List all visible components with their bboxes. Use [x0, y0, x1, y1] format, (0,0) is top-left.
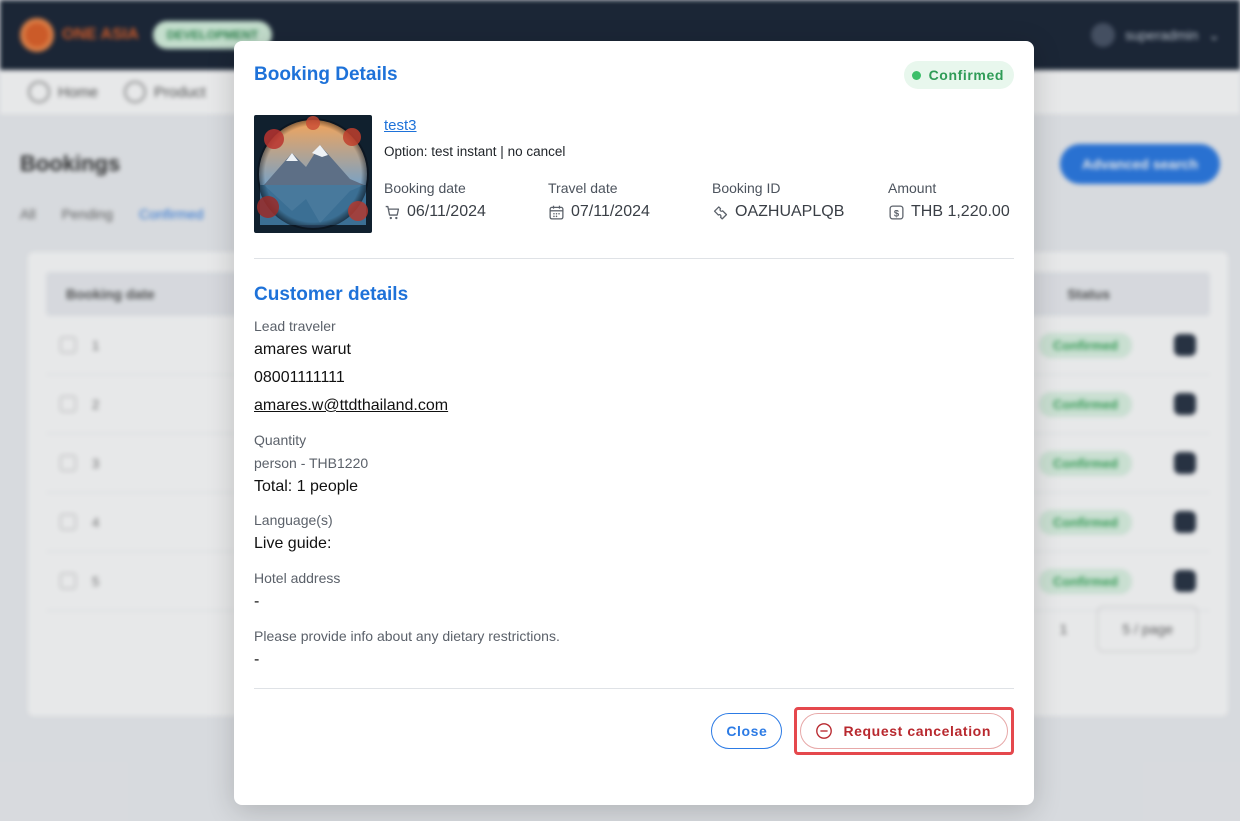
dietary-value: - [254, 651, 260, 668]
booking-id-value: OAZHUAPLQB [735, 203, 845, 220]
lead-traveler-email[interactable]: amares.w@ttdthailand.com [254, 397, 1014, 415]
amount-label: Amount [888, 180, 937, 196]
lead-traveler-name: amares warut [254, 341, 351, 358]
customer-details: Customer details Lead traveler amares wa… [254, 284, 1014, 669]
amount-field: Amount $ THB 1,220.00 [888, 180, 1010, 221]
status-label: Confirmed [928, 67, 1004, 83]
product-info: test3 Option: test instant | no cancel B… [384, 115, 1014, 233]
product-summary: test3 Option: test instant | no cancel B… [254, 115, 1014, 233]
ticket-icon [713, 205, 728, 220]
status-dot-icon [911, 70, 921, 80]
section-divider [254, 258, 1014, 259]
customer-section-title: Customer details [254, 284, 409, 305]
quantity-total: Total: 1 people [254, 478, 359, 495]
calendar-icon [549, 205, 564, 220]
hotel-address-value: - [254, 593, 260, 610]
quantity-detail: person - THB1220 [254, 455, 369, 471]
minus-circle-icon [816, 723, 833, 739]
amount-value: THB 1,220.00 [911, 203, 1010, 220]
quantity-label: Quantity [254, 432, 307, 448]
dietary-label: Please provide info about any dietary re… [254, 628, 560, 644]
lead-traveler-phone: 08001111111 [254, 369, 345, 386]
dollar-icon: $ [889, 204, 904, 220]
landscape-image-icon [254, 115, 372, 233]
booking-id-label: Booking ID [712, 180, 781, 196]
modal-footer: Close Request cancelation [254, 707, 1014, 755]
request-cancelation-label: Request cancelation [843, 723, 991, 739]
modal-title: Booking Details [254, 64, 398, 85]
booking-id-field: Booking ID OAZHUAPLQB [712, 180, 888, 221]
footer-divider [254, 688, 1014, 689]
product-name-link[interactable]: test3 [384, 117, 417, 134]
request-cancelation-button[interactable]: Request cancelation [800, 713, 1008, 749]
booking-date-field: Booking date 06/11/2024 [384, 180, 548, 221]
modal-header: Booking Details Confirmed [254, 41, 1014, 89]
product-thumbnail [254, 115, 372, 233]
cart-icon [385, 205, 400, 219]
language-value: Live guide: [254, 535, 332, 552]
svg-text:$: $ [894, 208, 900, 218]
travel-date-field: Travel date 07/11/2024 [548, 180, 712, 221]
booking-date-label: Booking date [384, 180, 466, 196]
request-cancelation-highlight: Request cancelation [794, 707, 1014, 755]
booking-details-modal: Booking Details Confirmed test3 Option: … [234, 41, 1034, 805]
travel-date-value: 07/11/2024 [571, 203, 650, 220]
language-label: Language(s) [254, 512, 333, 528]
lead-traveler-label: Lead traveler [254, 318, 336, 334]
status-badge: Confirmed [903, 61, 1014, 89]
product-option: Option: test instant | no cancel [384, 144, 566, 159]
hotel-address-label: Hotel address [254, 570, 341, 586]
booking-meta: Booking date 06/11/2024 Travel date 07/1… [384, 180, 1014, 221]
close-button[interactable]: Close [711, 713, 783, 749]
travel-date-label: Travel date [548, 180, 618, 196]
booking-date-value: 06/11/2024 [407, 203, 486, 220]
